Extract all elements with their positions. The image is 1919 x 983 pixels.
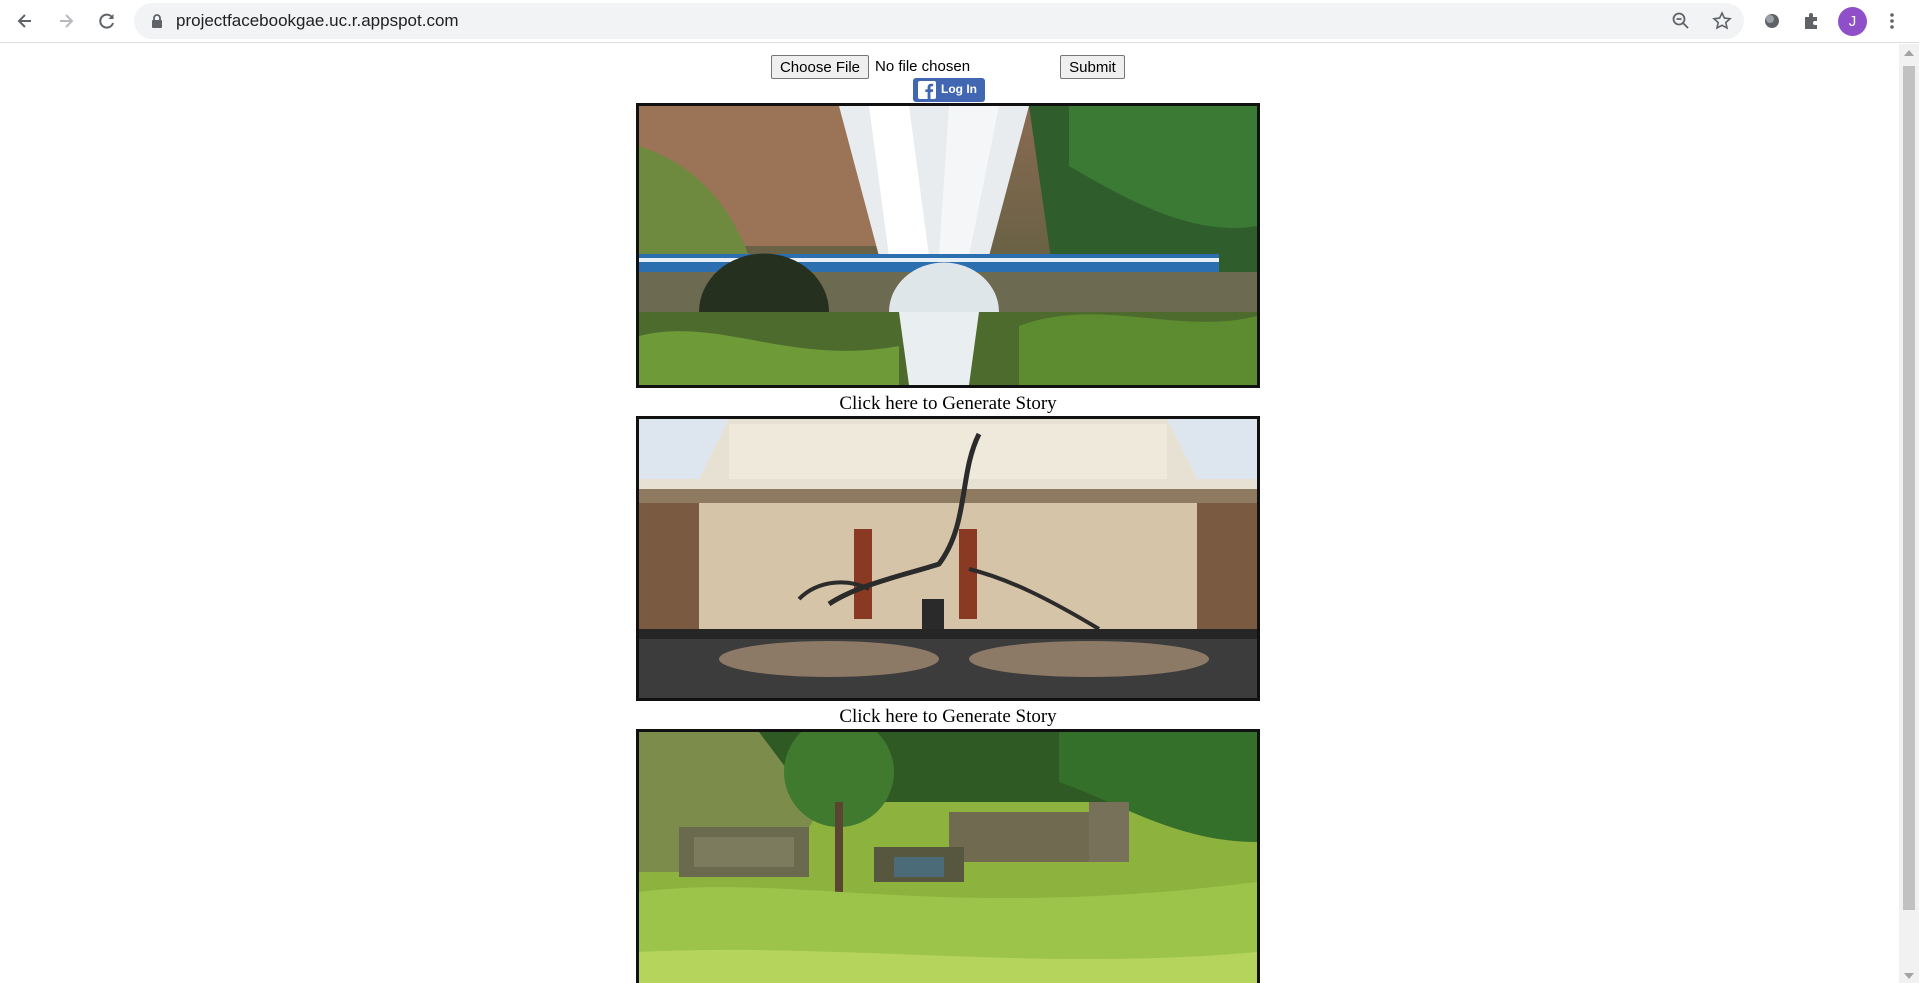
- kebab-menu-icon: [1890, 13, 1894, 29]
- reload-icon: [99, 13, 114, 29]
- arrow-right-icon: [60, 14, 74, 28]
- facebook-login-button[interactable]: Log In: [913, 78, 985, 102]
- gallery-photo-museum[interactable]: [636, 416, 1260, 701]
- zoom-icon[interactable]: [1666, 6, 1696, 36]
- generate-story-link[interactable]: Click here to Generate Story: [636, 706, 1260, 728]
- address-url[interactable]: projectfacebookgae.uc.r.appspot.com: [176, 3, 459, 39]
- back-button[interactable]: [10, 6, 40, 36]
- file-status-text: No file chosen: [875, 58, 971, 75]
- lock-icon[interactable]: [142, 6, 172, 36]
- address-bar[interactable]: projectfacebookgae.uc.r.appspot.com: [134, 3, 1744, 39]
- submit-button[interactable]: Submit: [1060, 55, 1125, 79]
- facebook-logo-icon: [918, 81, 936, 99]
- upload-form: Choose File No file chosen Submit: [0, 54, 1899, 80]
- avatar-letter: J: [1848, 13, 1857, 30]
- choose-file-button[interactable]: Choose File: [771, 55, 869, 79]
- generate-story-link[interactable]: Click here to Generate Story: [636, 393, 1260, 415]
- extensions-puzzle-icon[interactable]: [1797, 6, 1827, 36]
- scroll-up-arrow-icon[interactable]: [1904, 50, 1914, 56]
- extension-circle-icon[interactable]: [1757, 6, 1787, 36]
- browser-toolbar: projectfacebookgae.uc.r.appspot.com J: [0, 0, 1919, 43]
- reload-button[interactable]: [92, 6, 122, 36]
- gallery-photo-temple[interactable]: [636, 729, 1260, 983]
- facebook-login-label: Log In: [941, 82, 977, 96]
- scroll-down-arrow-icon[interactable]: [1904, 973, 1914, 979]
- page-viewport: Choose File No file chosen Submit Log In: [0, 44, 1899, 983]
- profile-avatar[interactable]: J: [1838, 7, 1867, 36]
- forward-button[interactable]: [51, 6, 81, 36]
- page-scrollbar[interactable]: [1899, 44, 1919, 983]
- arrow-left-icon: [17, 14, 31, 28]
- gallery-photo-waterfall[interactable]: [636, 103, 1260, 388]
- scroll-thumb[interactable]: [1903, 66, 1915, 910]
- bookmark-star-icon[interactable]: [1707, 6, 1737, 36]
- menu-button[interactable]: [1877, 6, 1907, 36]
